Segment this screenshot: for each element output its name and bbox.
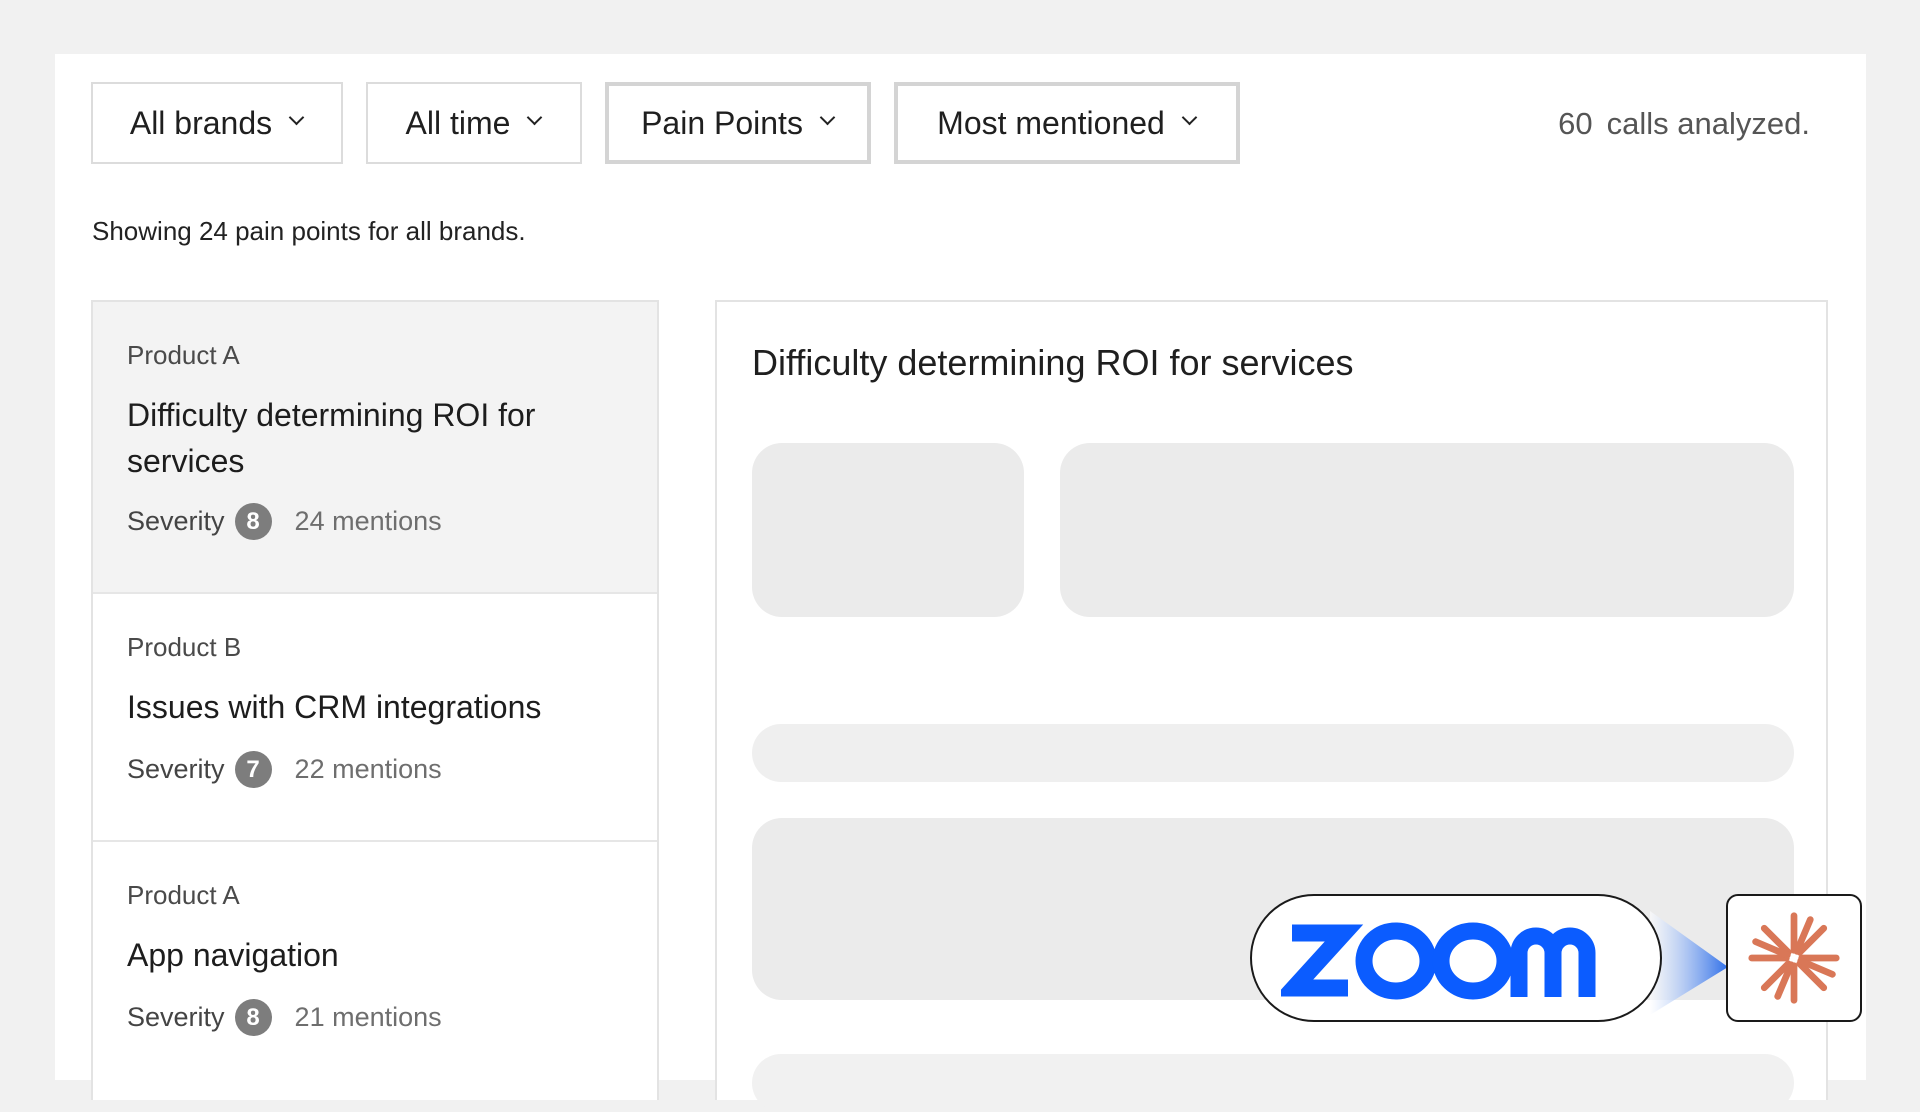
item-brand: Product A	[127, 340, 240, 370]
item-title: Issues with CRM integrations	[127, 689, 542, 725]
list-item[interactable]: Product B Issues with CRM integrations S…	[93, 594, 657, 842]
loading-placeholder	[752, 443, 1024, 617]
brand-filter-label: All brands	[129, 104, 273, 141]
calls-label: calls analyzed.	[1606, 106, 1810, 141]
severity-label: Severity	[127, 506, 225, 536]
severity-badge: 8	[234, 999, 272, 1036]
asterisk-icon	[1748, 912, 1840, 1004]
category-filter-label: Pain Points	[641, 104, 803, 141]
pain-point-list: Product A Difficulty determining ROI for…	[91, 300, 659, 1100]
calls-analyzed-count: 60 calls analyzed.	[1558, 106, 1810, 142]
mentions-count: 24 mentions	[294, 506, 442, 536]
mentions-count: 22 mentions	[294, 754, 442, 784]
severity-label: Severity	[127, 754, 225, 784]
brand-filter-dropdown[interactable]: All brands	[91, 82, 343, 164]
item-title: App navigation	[127, 937, 339, 973]
zoom-logo-badge	[1250, 894, 1662, 1022]
time-filter-label: All time	[405, 104, 511, 141]
severity-label: Severity	[127, 1002, 225, 1032]
calls-count: 60	[1558, 106, 1593, 141]
chevron-down-icon	[528, 112, 542, 126]
item-brand: Product A	[127, 880, 240, 910]
sort-label: Most mentioned	[937, 104, 1165, 141]
mentions-count: 21 mentions	[294, 1002, 442, 1032]
loading-placeholder	[752, 1054, 1794, 1112]
item-title: Difficulty determining ROI for services	[127, 397, 536, 479]
zoom-logo	[1281, 922, 1596, 1000]
chevron-down-icon	[821, 112, 835, 126]
results-summary: Showing 24 pain points for all brands.	[92, 216, 526, 246]
loading-placeholder	[1060, 443, 1794, 617]
severity-badge: 7	[234, 751, 272, 788]
chevron-down-icon	[290, 112, 304, 126]
item-meta: Severity 8 21 mentions	[127, 999, 623, 1036]
sort-dropdown[interactable]: Most mentioned	[894, 82, 1240, 164]
item-brand: Product B	[127, 632, 242, 662]
category-filter-dropdown[interactable]: Pain Points	[605, 82, 871, 164]
time-filter-dropdown[interactable]: All time	[366, 82, 582, 164]
loading-placeholder	[752, 724, 1794, 782]
list-item[interactable]: Product A App navigation Severity 8 21 m…	[93, 842, 657, 1092]
ai-app-icon-box	[1726, 894, 1862, 1022]
item-meta: Severity 7 22 mentions	[127, 751, 623, 788]
detail-title: Difficulty determining ROI for services	[752, 342, 1354, 383]
severity-badge: 8	[234, 503, 272, 540]
chevron-down-icon	[1183, 112, 1197, 126]
list-item[interactable]: Product A Difficulty determining ROI for…	[93, 302, 657, 594]
item-meta: Severity 8 24 mentions	[127, 503, 623, 540]
